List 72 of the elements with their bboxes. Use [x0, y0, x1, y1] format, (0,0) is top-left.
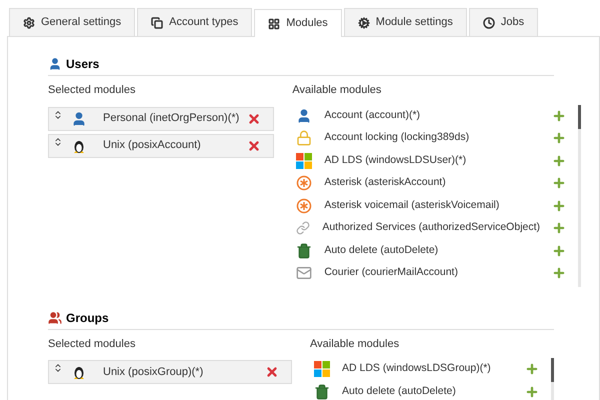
person-icon	[296, 108, 312, 124]
drag-handle-icon[interactable]	[53, 136, 63, 146]
selected-module[interactable]: Unix (posixGroup)(*)	[48, 360, 292, 384]
tab[interactable]: General settings	[9, 8, 136, 36]
remove-icon[interactable]	[247, 112, 262, 126]
trash-icon	[314, 384, 330, 400]
module-name: Account (account)(*)	[324, 108, 422, 123]
drag-handle-icon[interactable]	[53, 110, 63, 120]
available-module[interactable]: Authorized Services (authorizedServiceObject)	[292, 217, 574, 240]
tab-icon	[268, 18, 280, 30]
add-icon[interactable]	[552, 221, 566, 236]
tab[interactable]: Modules	[254, 9, 342, 37]
trash-icon	[296, 242, 312, 259]
asterisk-icon	[296, 175, 312, 192]
column-label: Selected modules	[48, 336, 136, 352]
add-icon[interactable]	[552, 266, 566, 280]
module-name: Account locking (locking389ds)	[324, 130, 470, 146]
add-icon[interactable]	[552, 198, 566, 213]
module-name: Asterisk (asteriskAccount)	[324, 175, 447, 190]
person-icon	[48, 57, 62, 71]
four-squares-icon	[314, 361, 330, 378]
tab-icon	[482, 16, 495, 28]
available-module[interactable]: Account (account)(*)	[292, 104, 574, 127]
selected-module[interactable]: Unix (posixAccount)	[48, 134, 274, 158]
add-icon[interactable]	[552, 244, 566, 258]
people-icon	[48, 310, 62, 324]
column-label: Available modules	[292, 83, 382, 98]
tab-icon	[358, 16, 370, 28]
person-icon	[71, 110, 87, 126]
available-module[interactable]: Asterisk (asteriskAccount)	[292, 172, 574, 194]
column-label: Available modules	[310, 336, 400, 352]
tab[interactable]: Module settings	[344, 8, 467, 36]
available-module[interactable]: Account locking (locking389ds)	[292, 127, 574, 150]
module-name: Unix (posixAccount)	[103, 138, 202, 154]
module-name: Auto delete (autoDelete)	[324, 242, 440, 258]
available-module[interactable]: Auto delete (autoDelete)	[310, 380, 547, 400]
available-module[interactable]: AD LDS (windowsLDSUser)(*)	[292, 150, 574, 172]
available-module[interactable]: Courier (courierMailAccount)	[292, 262, 574, 284]
module-name: Personal (inetOrgPerson)(*)	[103, 111, 240, 126]
remove-icon[interactable]	[265, 365, 279, 379]
selected-module[interactable]: Personal (inetOrgPerson)(*)	[48, 106, 274, 130]
module-name: AD LDS (windowsLDSUser)(*)	[324, 152, 468, 168]
scrollbar[interactable]	[551, 358, 554, 400]
add-icon[interactable]	[552, 131, 566, 146]
column-label: Selected modules	[48, 83, 136, 98]
module-name: Unix (posixGroup)(*)	[103, 364, 204, 380]
tab-icon	[151, 16, 164, 28]
available-module[interactable]: Asterisk voicemail (asteriskVoicemail)	[292, 194, 574, 217]
tab[interactable]: Account types	[137, 8, 252, 36]
module-name: Courier (courierMailAccount)	[324, 265, 459, 280]
section-title: Users	[66, 56, 100, 73]
lock-icon	[296, 130, 312, 146]
module-name: Auto delete (autoDelete)	[342, 384, 457, 399]
mail-icon	[296, 265, 312, 282]
drag-handle-icon[interactable]	[53, 363, 63, 373]
available-module[interactable]: Auto delete (autoDelete)	[292, 240, 574, 262]
add-icon[interactable]	[525, 362, 539, 376]
module-name: Asterisk voicemail (asteriskVoicemail)	[324, 198, 500, 213]
four-squares-icon	[296, 152, 312, 169]
link-icon	[296, 221, 310, 236]
module-name: AD LDS (windowsLDSGroup)(*)	[342, 361, 492, 376]
available-module[interactable]: AD LDS (windowsLDSGroup)(*)	[310, 358, 547, 380]
section-title: Groups	[66, 310, 109, 326]
add-icon[interactable]	[552, 176, 566, 190]
add-icon[interactable]	[525, 384, 539, 399]
tab-icon	[23, 16, 35, 28]
asterisk-icon	[296, 198, 312, 214]
add-icon[interactable]	[552, 154, 566, 168]
tab[interactable]: Jobs	[468, 8, 538, 36]
module-name: Authorized Services (authorizedServiceObject)	[322, 220, 540, 236]
remove-icon[interactable]	[247, 138, 262, 152]
add-icon[interactable]	[552, 108, 566, 123]
